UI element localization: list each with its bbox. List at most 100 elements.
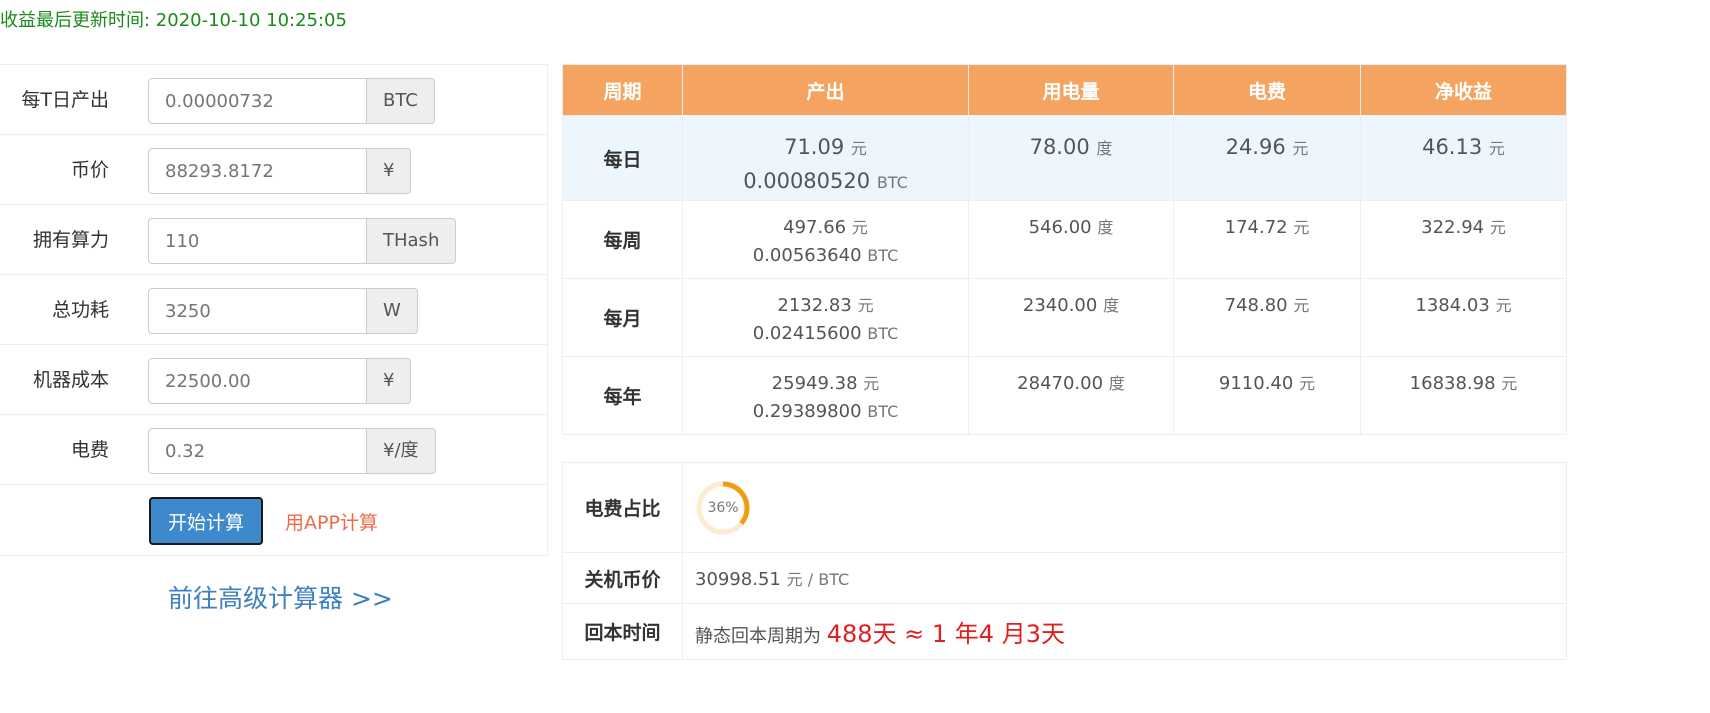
payback-label: 回本时间 — [562, 603, 683, 660]
coin-price-input[interactable] — [148, 148, 367, 194]
fee-cell: 9110.40 元 — [1173, 356, 1361, 435]
payback-prefix: 静态回本周期为 — [695, 626, 821, 647]
output-cny-unit: 元 — [850, 139, 867, 158]
net-cell: 16838.98 元 — [1360, 356, 1567, 435]
form-row-hashrate: 拥有算力 THash — [0, 205, 547, 275]
fee-value: 9110.40 — [1218, 373, 1294, 394]
net-unit-label: 元 — [1488, 139, 1505, 158]
output-cny: 25949.38 — [771, 373, 858, 394]
form-row-machine-cost: 机器成本 ¥ — [0, 345, 547, 415]
result-table: 周期 产出 用电量 电费 净收益 每日 71.09 元 0.00080520 B… — [562, 64, 1567, 435]
net-unit-label: 元 — [1501, 374, 1518, 393]
form-row-power: 总功耗 W — [0, 275, 547, 345]
electricity-price-input[interactable] — [148, 428, 367, 474]
coin-price-label: 币价 — [70, 159, 109, 181]
electricity-price-label: 电费 — [70, 439, 109, 461]
summary-table: 电费占比 36% 关机币价 30998.51 元 / BTC 回本时间 静态回本… — [562, 462, 1567, 660]
electricity-price-unit: ¥/度 — [367, 428, 436, 474]
shutdown-price-label: 关机币价 — [562, 552, 683, 604]
fee-unit-label: 元 — [1292, 139, 1309, 158]
header-output: 产出 — [682, 64, 969, 116]
form-row-coin-price: 币价 ¥ — [0, 135, 547, 205]
fee-unit-label: 元 — [1299, 374, 1316, 393]
form-row-actions: 开始计算 用APP计算 — [0, 485, 547, 555]
output-btc-unit: BTC — [867, 324, 899, 343]
summary-row-shutdown-price: 关机币价 30998.51 元 / BTC — [562, 552, 1567, 604]
output-btc: 0.29389800 — [752, 401, 862, 422]
daily-output-input[interactable] — [148, 78, 367, 124]
output-cny-unit: 元 — [863, 374, 880, 393]
power-cell: 2340.00 度 — [968, 278, 1174, 357]
power-input[interactable] — [148, 288, 367, 334]
hashrate-label: 拥有算力 — [32, 229, 109, 251]
shutdown-price-cell: 30998.51 元 / BTC — [682, 552, 1567, 604]
fee-value: 748.80 — [1224, 295, 1288, 316]
fee-ratio-ring: 36% — [695, 480, 751, 536]
output-cny: 71.09 — [784, 135, 845, 159]
fee-value: 24.96 — [1225, 135, 1286, 159]
machine-cost-label: 机器成本 — [32, 369, 109, 391]
machine-cost-unit: ¥ — [367, 358, 412, 404]
table-row-monthly: 每月 2132.83 元 0.02415600 BTC 2340.00 度 74… — [562, 278, 1567, 357]
output-btc-unit: BTC — [876, 173, 908, 192]
shutdown-price-value: 30998.51 — [695, 569, 781, 590]
electricity-price-group: ¥/度 — [148, 428, 436, 474]
start-calculate-button[interactable]: 开始计算 — [149, 497, 263, 545]
output-cny-unit: 元 — [851, 218, 868, 237]
form-row-electricity-price: 电费 ¥/度 — [0, 415, 547, 485]
table-row-yearly: 每年 25949.38 元 0.29389800 BTC 28470.00 度 … — [562, 356, 1567, 435]
power-unit-label: 度 — [1108, 374, 1125, 393]
power-unit: W — [367, 288, 418, 334]
net-value: 16838.98 — [1409, 373, 1496, 394]
net-cell: 1384.03 元 — [1360, 278, 1567, 357]
power-cell: 78.00 度 — [968, 115, 1174, 201]
table-row-weekly: 每周 497.66 元 0.00563640 BTC 546.00 度 174.… — [562, 200, 1567, 279]
power-label: 总功耗 — [51, 299, 109, 321]
hashrate-input[interactable] — [148, 218, 367, 264]
payback-period-value: 488天 ≈ 1 年4 月3天 — [826, 620, 1065, 648]
fee-unit-label: 元 — [1293, 296, 1310, 315]
fee-ratio-cell: 36% — [682, 462, 1567, 553]
period-cell: 每日 — [562, 115, 683, 201]
daily-output-label: 每T日产出 — [21, 89, 109, 111]
net-value: 322.94 — [1421, 217, 1485, 238]
table-row-daily: 每日 71.09 元 0.00080520 BTC 78.00 度 24.96 … — [562, 115, 1567, 201]
fee-ratio-percent: 36% — [707, 499, 739, 516]
output-btc: 0.00563640 — [752, 245, 862, 266]
fee-cell: 24.96 元 — [1173, 115, 1361, 201]
output-btc-unit: BTC — [867, 246, 899, 265]
shutdown-price-unit: 元 / BTC — [786, 570, 850, 589]
output-btc: 0.00080520 — [743, 169, 871, 193]
power-value: 78.00 — [1029, 135, 1090, 159]
fee-value: 174.72 — [1224, 217, 1288, 238]
machine-cost-input[interactable] — [148, 358, 367, 404]
hashrate-group: THash — [148, 218, 457, 264]
header-electricity-fee: 电费 — [1173, 64, 1361, 116]
form-row-daily-output: 每T日产出 BTC — [0, 65, 547, 135]
net-unit-label: 元 — [1489, 218, 1506, 237]
power-value: 2340.00 — [1022, 295, 1098, 316]
fee-unit-label: 元 — [1293, 218, 1310, 237]
daily-output-unit: BTC — [367, 78, 435, 124]
power-cell: 28470.00 度 — [968, 356, 1174, 435]
summary-row-fee-ratio: 电费占比 36% — [562, 462, 1567, 553]
output-cell: 497.66 元 0.00563640 BTC — [682, 200, 969, 279]
app-calculate-link[interactable]: 用APP计算 — [285, 508, 378, 535]
calculator-form: 每T日产出 BTC 币价 ¥ 拥有算力 THash 总功耗 W 机器成本 ¥ — [0, 64, 548, 556]
net-cell: 46.13 元 — [1360, 115, 1567, 201]
power-group: W — [148, 288, 418, 334]
fee-cell: 174.72 元 — [1173, 200, 1361, 279]
output-btc-unit: BTC — [867, 402, 899, 421]
power-unit-label: 度 — [1096, 139, 1113, 158]
output-cell: 25949.38 元 0.29389800 BTC — [682, 356, 969, 435]
header-period: 周期 — [562, 64, 683, 116]
hashrate-unit: THash — [367, 218, 457, 264]
update-time-label: 收益最后更新时间: 2020-10-10 10:25:05 — [0, 10, 347, 31]
net-value: 46.13 — [1422, 135, 1483, 159]
net-unit-label: 元 — [1495, 296, 1512, 315]
power-value: 546.00 — [1028, 217, 1092, 238]
advanced-calculator-link[interactable]: 前往高级计算器 >> — [168, 579, 393, 615]
result-header-row: 周期 产出 用电量 电费 净收益 — [562, 64, 1567, 116]
output-cell: 71.09 元 0.00080520 BTC — [682, 115, 969, 201]
output-cny: 497.66 — [783, 217, 847, 238]
